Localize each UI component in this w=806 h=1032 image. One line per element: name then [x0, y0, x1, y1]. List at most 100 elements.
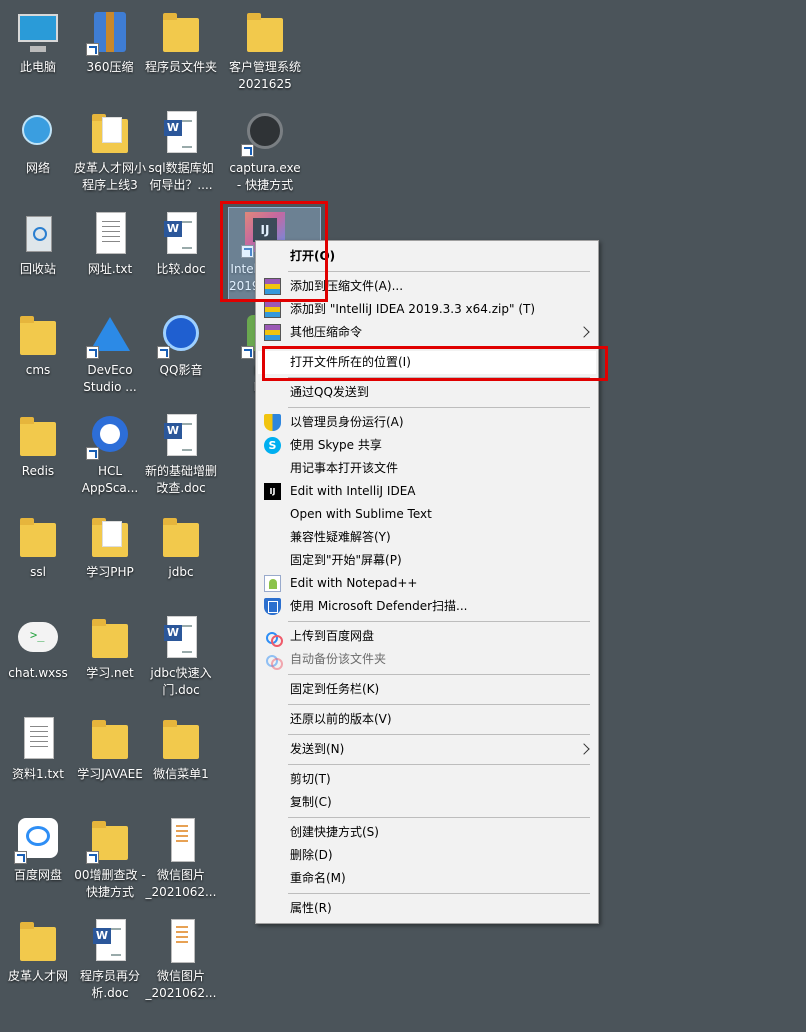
desktop-icon[interactable]: 百度网盘	[2, 816, 74, 884]
menu-item[interactable]: 还原以前的版本(V)	[258, 708, 596, 731]
desktop-icon[interactable]: 客户管理系统 2021625	[229, 8, 301, 93]
icon-art	[86, 210, 134, 258]
desktop-icon[interactable]: 360压缩	[74, 8, 146, 76]
icon-art: W	[157, 412, 205, 460]
menu-item[interactable]: Edit with Notepad++	[258, 572, 596, 595]
desktop-icon[interactable]: 微信图片 _2021062...	[145, 917, 217, 1002]
uac-shield-icon	[264, 414, 281, 431]
menu-item[interactable]: 删除(D)	[258, 844, 596, 867]
desktop-icon[interactable]: chat.wxss	[2, 614, 74, 682]
desktop-icon[interactable]: Wjdbc快速入 门.doc	[145, 614, 217, 699]
desktop-icon[interactable]: 皮革人才网	[2, 917, 74, 985]
icon-label: 客户管理系统 2021625	[229, 60, 302, 91]
desktop-icon[interactable]: 此电脑	[2, 8, 74, 76]
menu-separator	[288, 674, 590, 675]
icon-label: 皮革人才网	[7, 969, 68, 983]
menu-item[interactable]: 其他压缩命令	[258, 321, 596, 344]
menu-item[interactable]: 用记事本打开该文件	[258, 457, 596, 480]
chevron-right-icon	[578, 326, 590, 338]
shortcut-arrow-icon	[241, 346, 254, 359]
menu-item[interactable]: 兼容性疑难解答(Y)	[258, 526, 596, 549]
icon-label: jdbc	[168, 565, 194, 579]
shortcut-arrow-icon	[241, 144, 254, 157]
desktop-icon[interactable]: 00增删查改 - 快捷方式	[74, 816, 146, 901]
desktop-icon[interactable]: 资料1.txt	[2, 715, 74, 783]
desktop-icon[interactable]: 微信图片 _2021062...	[145, 816, 217, 901]
desktop-icon[interactable]: QQ影音	[145, 311, 217, 379]
icon-label: 皮革人才网小 程序上线3	[74, 161, 147, 192]
desktop-icon[interactable]: 学习JAVAEE	[74, 715, 146, 783]
menu-item[interactable]: 固定到任务栏(K)	[258, 678, 596, 701]
menu-item[interactable]: 重命名(M)	[258, 867, 596, 890]
desktop-icon[interactable]: Wsql数据库如 何导出？....	[145, 109, 217, 194]
menu-item-label: 兼容性疑难解答(Y)	[290, 530, 391, 544]
folder-icon	[247, 13, 283, 52]
desktop-icon[interactable]: 学习PHP	[74, 513, 146, 581]
icon-art	[86, 311, 134, 359]
icon-art	[157, 816, 205, 864]
desktop-icon[interactable]: DevEco Studio ...	[74, 311, 146, 396]
menu-item-label: Edit with IntelliJ IDEA	[290, 484, 416, 498]
image-file-icon	[171, 919, 195, 963]
desktop-icon[interactable]: HCL AppSca...	[74, 412, 146, 497]
menu-item[interactable]: 固定到"开始"屏幕(P)	[258, 549, 596, 572]
menu-item[interactable]: 属性(R)	[258, 897, 596, 920]
folder-icon	[92, 518, 128, 557]
desktop-icon[interactable]: 微信菜单1	[145, 715, 217, 783]
desktop-icon[interactable]: 网络	[2, 109, 74, 177]
network-icon	[22, 115, 52, 145]
menu-separator	[288, 271, 590, 272]
baidu-cloud-icon	[264, 651, 283, 670]
desktop-icon[interactable]: W 程序员再分 析.doc	[74, 917, 146, 1002]
menu-item[interactable]: 剪切(T)	[258, 768, 596, 791]
icon-art: W	[157, 210, 205, 258]
menu-item[interactable]: 发送到(N)	[258, 738, 596, 761]
menu-item-label: 剪切(T)	[290, 772, 331, 786]
menu-item[interactable]: 使用 Microsoft Defender扫描...	[258, 595, 596, 618]
desktop-icon[interactable]: jdbc	[145, 513, 217, 581]
annotation-box-open-location	[262, 346, 608, 381]
desktop-icon[interactable]: W 比较.doc	[145, 210, 217, 278]
icon-art	[241, 109, 289, 157]
desktop-icon[interactable]: 网址.txt	[74, 210, 146, 278]
icon-label: DevEco Studio ...	[83, 363, 137, 394]
icon-label: 资料1.txt	[12, 767, 64, 781]
folder-icon	[163, 720, 199, 759]
icon-art	[241, 8, 289, 56]
desktop-icon[interactable]: Redis	[2, 412, 74, 480]
chevron-right-icon	[578, 743, 590, 755]
menu-item[interactable]: S 使用 Skype 共享	[258, 434, 596, 457]
icon-label: 00增删查改 - 快捷方式	[74, 868, 146, 899]
folder-icon	[92, 720, 128, 759]
menu-item[interactable]: Open with Sublime Text	[258, 503, 596, 526]
word-document-icon: W	[164, 111, 197, 153]
desktop-icon[interactable]: 回收站	[2, 210, 74, 278]
menu-separator	[288, 764, 590, 765]
menu-item-label: 用记事本打开该文件	[290, 461, 399, 475]
desktop-icon[interactable]: 学习.net	[74, 614, 146, 682]
menu-item[interactable]: 上传到百度网盘	[258, 625, 596, 648]
desktop-icon[interactable]: 皮革人才网小 程序上线3	[74, 109, 146, 194]
folder-icon	[163, 518, 199, 557]
desktop-icon[interactable]: 程序员文件夹	[145, 8, 217, 76]
icon-label: 微信图片 _2021062...	[145, 868, 217, 899]
icon-art	[86, 109, 134, 157]
menu-item[interactable]: 通过QQ发送到	[258, 381, 596, 404]
menu-item-label: 发送到(N)	[290, 742, 345, 756]
icon-label: QQ影音	[159, 363, 203, 377]
desktop-icon[interactable]: cms	[2, 311, 74, 379]
menu-item[interactable]: 以管理员身份运行(A)	[258, 411, 596, 434]
menu-item[interactable]: IJ Edit with IntelliJ IDEA	[258, 480, 596, 503]
desktop-icon[interactable]: ssl	[2, 513, 74, 581]
menu-item-label: 创建快捷方式(S)	[290, 825, 379, 839]
icon-label: ssl	[30, 565, 46, 579]
menu-item[interactable]: 创建快捷方式(S)	[258, 821, 596, 844]
desktop-icon[interactable]: W 新的基础增删 改查.doc	[145, 412, 217, 497]
menu-item-label: Edit with Notepad++	[290, 576, 418, 590]
menu-item[interactable]: 复制(C)	[258, 791, 596, 814]
desktop-icon[interactable]: captura.exe - 快捷方式	[229, 109, 301, 194]
shortcut-arrow-icon	[86, 43, 99, 56]
folder-icon	[20, 518, 56, 557]
menu-item-label: Open with Sublime Text	[290, 507, 432, 521]
icon-label: 微信图片 _2021062...	[145, 969, 217, 1000]
